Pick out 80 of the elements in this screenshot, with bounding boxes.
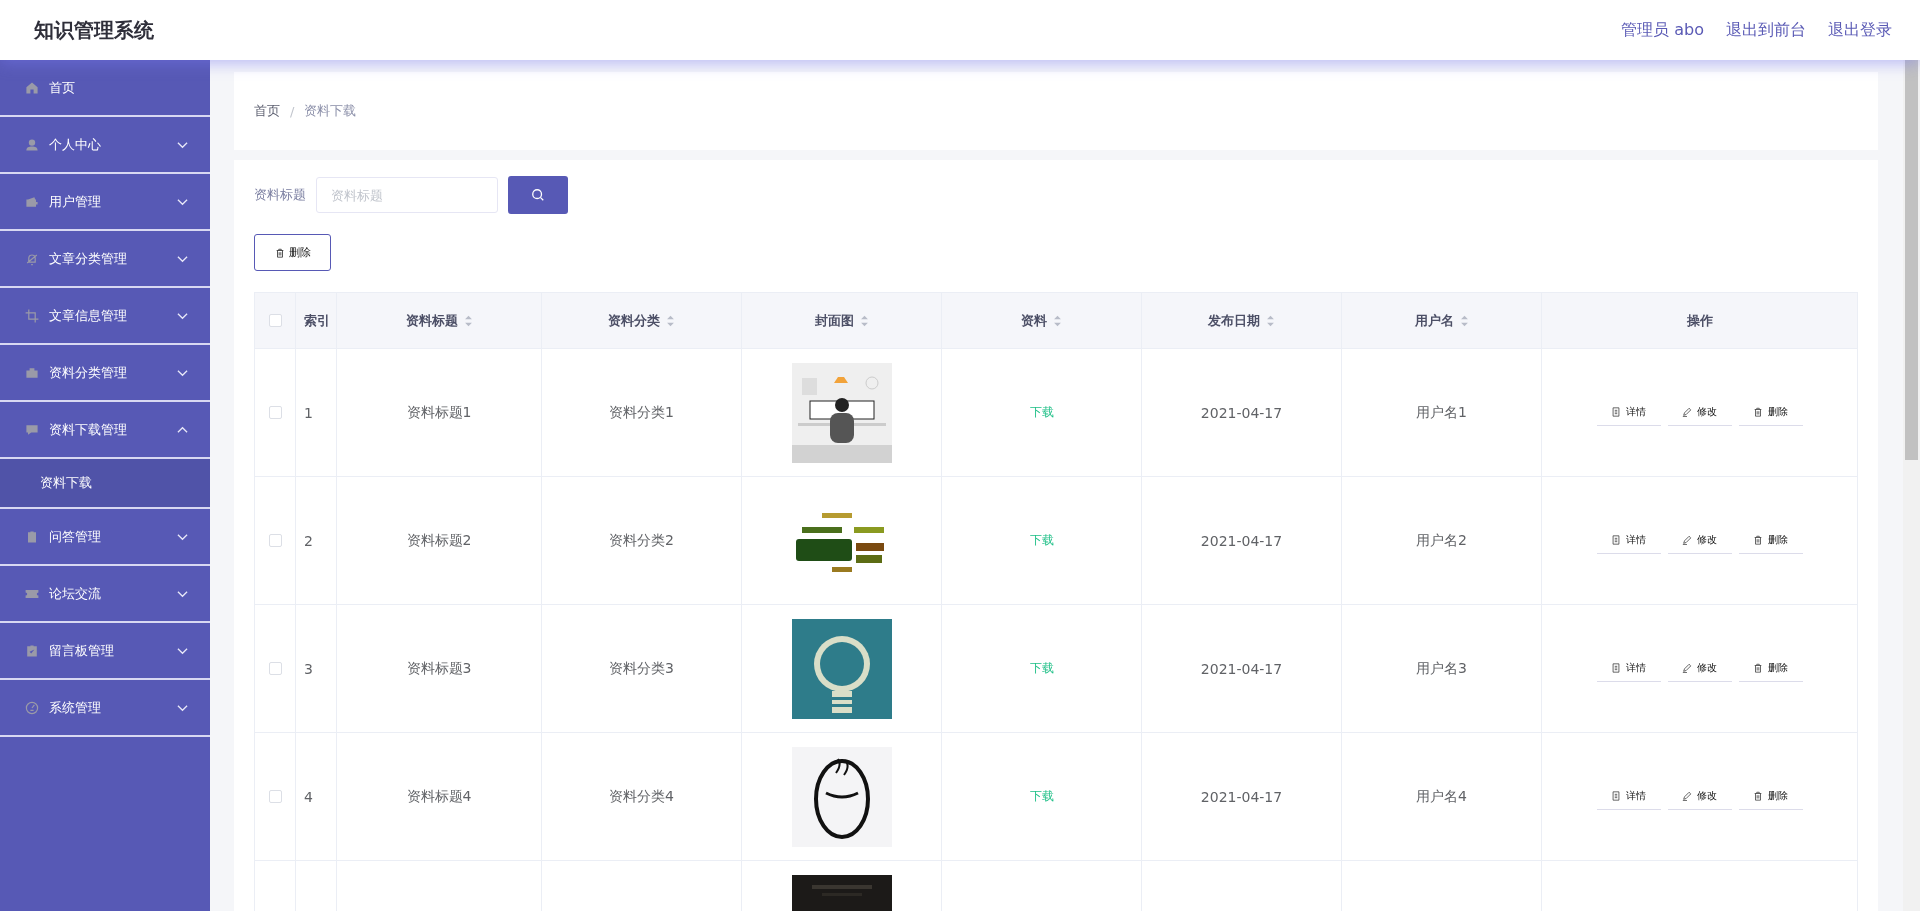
menu-icon xyxy=(24,699,40,716)
sort-icon[interactable] xyxy=(463,314,473,327)
column-header: 发布日期 xyxy=(1208,311,1260,330)
sort-icon[interactable] xyxy=(1266,314,1275,327)
menu-item[interactable]: 论坛交流 xyxy=(0,566,210,623)
row-checkbox[interactable] xyxy=(268,406,282,419)
table-cell: 用户名4 xyxy=(1416,787,1467,806)
row-checkbox[interactable] xyxy=(268,790,282,803)
search-icon xyxy=(531,188,545,202)
table-cell: 2021-04-17 xyxy=(1200,532,1283,549)
search-field[interactable]: 资料标题 xyxy=(316,177,498,213)
app-title: 知识管理系统 xyxy=(34,16,154,44)
column-header: 封面图 xyxy=(814,311,854,330)
document-icon xyxy=(1611,791,1621,801)
pencil-icon xyxy=(1682,791,1692,801)
table-cell: 资料标题2 xyxy=(406,531,472,550)
table-cell: 2021-04-17 xyxy=(1200,404,1283,421)
header-link[interactable]: 退出到前台 xyxy=(1726,19,1806,41)
menu-item[interactable]: 文章分类管理 xyxy=(0,231,210,288)
table-cell: 资料标题3 xyxy=(406,659,472,678)
submenu-item[interactable]: 资料下载 xyxy=(0,459,210,509)
menu-item[interactable]: 资料分类管理 xyxy=(0,345,210,402)
column-header: 资料标题 xyxy=(405,311,458,330)
trash-icon xyxy=(1753,791,1763,801)
breadcrumb-item: 资料下载 xyxy=(304,102,357,120)
menu-item[interactable]: 用户管理 xyxy=(0,174,210,231)
document-icon xyxy=(1611,407,1621,417)
table-cell: 4 xyxy=(304,788,313,805)
column-header: 资料 xyxy=(1021,311,1047,330)
table-cell: 1 xyxy=(304,404,313,421)
trash-icon xyxy=(1753,663,1763,673)
menu-item[interactable]: 系统管理 xyxy=(0,680,210,737)
table-cell: 2021-04-17 xyxy=(1200,788,1283,805)
table-cell: 资料分类1 xyxy=(609,403,674,422)
row-checkbox[interactable] xyxy=(268,662,282,675)
document-icon xyxy=(1611,663,1621,673)
document-icon xyxy=(1611,535,1621,545)
menu-item[interactable]: 个人中心 xyxy=(0,117,210,174)
column-header: 索引 xyxy=(304,311,330,330)
trash-icon xyxy=(274,247,285,258)
column-header: 资料分类 xyxy=(608,311,660,330)
row-checkbox[interactable] xyxy=(268,534,282,547)
menu-item[interactable]: 问答管理 xyxy=(0,509,210,566)
table-cell: 用户名3 xyxy=(1416,659,1467,678)
menu-item[interactable]: 留言板管理 xyxy=(0,623,210,680)
search-button[interactable] xyxy=(508,176,568,214)
menu-icon xyxy=(24,136,40,153)
table-cell: 资料分类3 xyxy=(609,659,674,678)
header-link[interactable]: 管理员 abo xyxy=(1621,19,1704,41)
table-cell: 用户名1 xyxy=(1416,403,1467,422)
table-cell: 资料分类4 xyxy=(609,787,674,806)
delete-button[interactable]: 删除 xyxy=(254,234,331,271)
pencil-icon xyxy=(1682,663,1692,673)
column-header: 用户名 xyxy=(1414,311,1454,330)
pencil-icon xyxy=(1682,535,1692,545)
sort-icon[interactable] xyxy=(1459,314,1469,327)
pencil-icon xyxy=(1682,407,1692,417)
menu-item[interactable]: 文章信息管理 xyxy=(0,288,210,345)
table-cell: 资料标题1 xyxy=(406,403,472,422)
table-cell: 2021-04-17 xyxy=(1200,660,1283,677)
breadcrumb-item[interactable]: 首页 xyxy=(254,102,280,120)
table-cell: 用户名2 xyxy=(1416,531,1467,550)
menu-icon xyxy=(24,642,40,659)
table-cell: 3 xyxy=(304,660,313,677)
menu-icon xyxy=(24,307,40,324)
column-header: 操作 xyxy=(1686,311,1713,330)
sort-icon[interactable] xyxy=(1053,314,1062,327)
search-label: 资料标题 xyxy=(254,186,306,204)
header-link[interactable]: 退出登录 xyxy=(1828,19,1892,41)
table-cell: 2 xyxy=(304,532,313,549)
table-cell: 资料标题4 xyxy=(406,787,472,806)
menu-item[interactable]: 首页 xyxy=(0,60,210,117)
breadcrumb-separator: / xyxy=(290,103,295,119)
table-cell: 资料分类2 xyxy=(609,531,674,550)
sort-icon[interactable] xyxy=(859,314,869,327)
trash-icon xyxy=(1753,535,1763,545)
trash-icon xyxy=(1753,407,1763,417)
scrollbar[interactable] xyxy=(1903,60,1920,911)
sort-icon[interactable] xyxy=(666,314,675,327)
select-all-checkbox[interactable] xyxy=(268,314,282,327)
